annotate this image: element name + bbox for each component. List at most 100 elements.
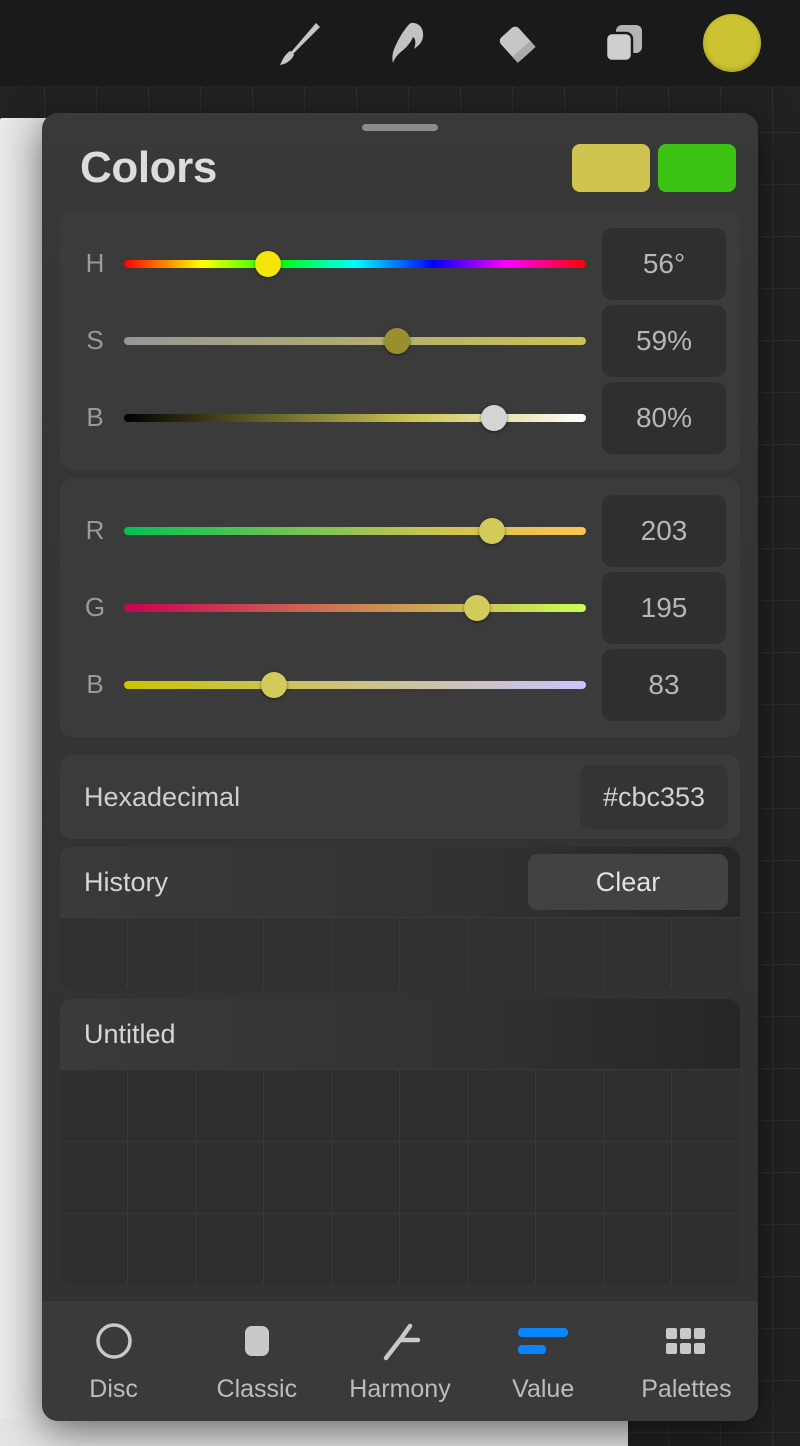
rounded-square-icon [236,1319,278,1363]
primary-color-swatch[interactable] [572,144,650,192]
palette-swatch-cell[interactable] [60,1069,128,1141]
palette-swatch-cell[interactable] [672,1069,740,1141]
history-swatch-cell[interactable] [468,917,536,989]
palette-swatch-cell[interactable] [672,1141,740,1213]
hsb-slider-group: H 56° S 59% B 80% [60,211,740,470]
palette-swatch-cell[interactable] [604,1141,672,1213]
brightness-slider-row: B 80% [60,379,740,456]
eraser-icon [488,15,544,71]
palette-swatch-cell[interactable] [400,1069,468,1141]
brightness-value[interactable]: 80% [602,381,726,454]
red-knob[interactable] [478,517,505,544]
saturation-knob[interactable] [383,327,410,354]
secondary-color-swatch[interactable] [658,144,736,192]
saturation-track [124,336,586,345]
hue-slider[interactable] [124,225,586,302]
palette-swatch-cell[interactable] [468,1069,536,1141]
brightness-slider[interactable] [124,379,586,456]
history-swatch-grid [60,917,740,989]
color-swatch-pair [572,144,736,192]
green-knob[interactable] [464,594,491,621]
page-title: Colors [80,143,217,192]
red-label: R [85,515,105,545]
blue-knob[interactable] [261,671,288,698]
saturation-slider[interactable] [124,302,586,379]
layers-tool[interactable] [570,0,678,86]
palette-header[interactable]: Untitled [60,999,740,1069]
palette-swatch-cell[interactable] [400,1141,468,1213]
palette-swatch-cell[interactable] [128,1141,196,1213]
clear-history-button[interactable]: Clear [528,854,728,910]
palette-swatch-cell[interactable] [332,1069,400,1141]
palette-swatch-cell[interactable] [672,1213,740,1285]
tab-value[interactable]: Value [472,1301,615,1421]
circle-outline-icon [93,1319,135,1363]
smudge-tool[interactable] [354,0,462,86]
tab-harmony[interactable]: Harmony [328,1301,471,1421]
palette-swatch-cell[interactable] [196,1069,264,1141]
blue-track [124,680,586,689]
current-color-button[interactable] [678,0,786,86]
palette-swatch-cell[interactable] [332,1141,400,1213]
tab-value-label: Value [512,1374,575,1403]
red-value[interactable]: 203 [602,494,726,567]
palette-swatch-cell[interactable] [536,1213,604,1285]
tab-classic-label: Classic [216,1374,298,1403]
palette-swatch-cell[interactable] [264,1069,332,1141]
palette-swatch-cell[interactable] [468,1141,536,1213]
hexadecimal-row: Hexadecimal #cbc353 [60,755,740,839]
palette-swatch-cell[interactable] [400,1213,468,1285]
brightness-track [124,413,586,422]
palette-swatch-cell[interactable] [332,1213,400,1285]
history-swatch-cell[interactable] [60,917,128,989]
blue-label: B [86,669,104,699]
blue-slider-row: B 83 [60,646,740,723]
brush-tool[interactable] [246,0,354,86]
brightness-label: B [86,402,104,432]
palette-swatch-cell[interactable] [196,1213,264,1285]
history-swatch-cell[interactable] [128,917,196,989]
saturation-value[interactable]: 59% [602,304,726,377]
eraser-tool[interactable] [462,0,570,86]
tab-disc-label: Disc [89,1374,138,1403]
hue-knob[interactable] [255,250,282,277]
history-title: History [84,866,169,897]
brightness-knob[interactable] [480,404,507,431]
blue-value[interactable]: 83 [602,648,726,721]
color-mode-tabbar: Disc Classic Harmony Value Palettes [42,1301,758,1421]
history-swatch-cell[interactable] [604,917,672,989]
palette-section: Untitled [60,999,740,1285]
red-track [124,526,586,535]
palette-swatch-cell[interactable] [128,1069,196,1141]
palette-swatch-cell[interactable] [536,1069,604,1141]
hexadecimal-input[interactable]: #cbc353 [580,765,728,829]
palette-swatch-cell[interactable] [468,1213,536,1285]
history-swatch-cell[interactable] [196,917,264,989]
green-slider[interactable] [124,569,586,646]
palette-swatch-cell[interactable] [264,1213,332,1285]
tab-disc[interactable]: Disc [42,1301,185,1421]
palette-swatch-cell[interactable] [604,1213,672,1285]
panel-header: Colors [42,113,758,209]
tab-palettes[interactable]: Palettes [615,1301,758,1421]
palette-swatch-cell[interactable] [264,1141,332,1213]
history-swatch-cell[interactable] [264,917,332,989]
blue-slider[interactable] [124,646,586,723]
palette-swatch-cell[interactable] [60,1141,128,1213]
palette-swatch-cell[interactable] [196,1141,264,1213]
history-swatch-cell[interactable] [536,917,604,989]
red-slider[interactable] [124,492,586,569]
palette-swatch-cell[interactable] [604,1069,672,1141]
history-swatch-cell[interactable] [332,917,400,989]
tab-classic[interactable]: Classic [185,1301,328,1421]
history-swatch-cell[interactable] [672,917,740,989]
hue-value[interactable]: 56° [602,227,726,300]
value-bars-icon [518,1319,569,1363]
history-swatch-cell[interactable] [400,917,468,989]
palette-swatch-cell[interactable] [60,1213,128,1285]
palette-swatch-cell[interactable] [128,1213,196,1285]
green-value[interactable]: 195 [602,571,726,644]
palette-swatch-cell[interactable] [536,1141,604,1213]
harmony-branch-icon [376,1319,424,1363]
tab-palettes-label: Palettes [641,1374,732,1403]
